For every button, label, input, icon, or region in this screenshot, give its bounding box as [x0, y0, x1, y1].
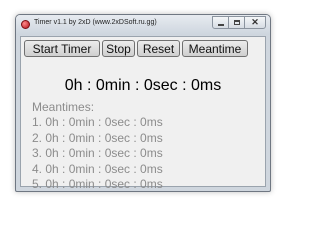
- meantimes-list: Meantimes: 1. 0h : 0min : 0sec : 0ms 2. …: [32, 100, 163, 192]
- minimize-button[interactable]: [212, 16, 229, 29]
- meantime-item-4: 4. 0h : 0min : 0sec : 0ms: [32, 161, 163, 176]
- window-title: Timer v1.1 by 2xD (www.2xDSoft.ru.gg): [34, 19, 157, 26]
- title-bar[interactable]: Timer v1.1 by 2xD (www.2xDSoft.ru.gg) ✕: [16, 15, 270, 35]
- maximize-button[interactable]: [228, 16, 245, 29]
- minimize-icon: [217, 23, 224, 26]
- meantimes-heading: Meantimes:: [32, 100, 95, 114]
- meantime-button[interactable]: Meantime: [182, 40, 248, 57]
- meantime-item-1: 1. 0h : 0min : 0sec : 0ms: [32, 115, 163, 130]
- maximize-icon: [233, 20, 240, 25]
- start-timer-button[interactable]: Start Timer: [24, 40, 100, 57]
- meantime-item-2: 2. 0h : 0min : 0sec : 0ms: [32, 130, 163, 145]
- meantime-item-3: 3. 0h : 0min : 0sec : 0ms: [32, 146, 163, 161]
- stop-button[interactable]: Stop: [102, 40, 135, 57]
- client-area: Start Timer Stop Reset Meantime 0h : 0mi…: [20, 36, 266, 191]
- app-icon: [21, 20, 30, 29]
- meantime-item-5: 5. 0h : 0min : 0sec : 0ms: [32, 177, 163, 192]
- reset-button[interactable]: Reset: [137, 40, 180, 57]
- window-controls: ✕: [212, 16, 266, 31]
- timer-window: Timer v1.1 by 2xD (www.2xDSoft.ru.gg) ✕ …: [15, 14, 271, 192]
- toolbar: Start Timer Stop Reset Meantime: [24, 40, 248, 57]
- timer-display: 0h : 0min : 0sec : 0ms: [64, 77, 222, 94]
- close-button[interactable]: ✕: [244, 16, 266, 29]
- close-icon: ✕: [251, 17, 259, 27]
